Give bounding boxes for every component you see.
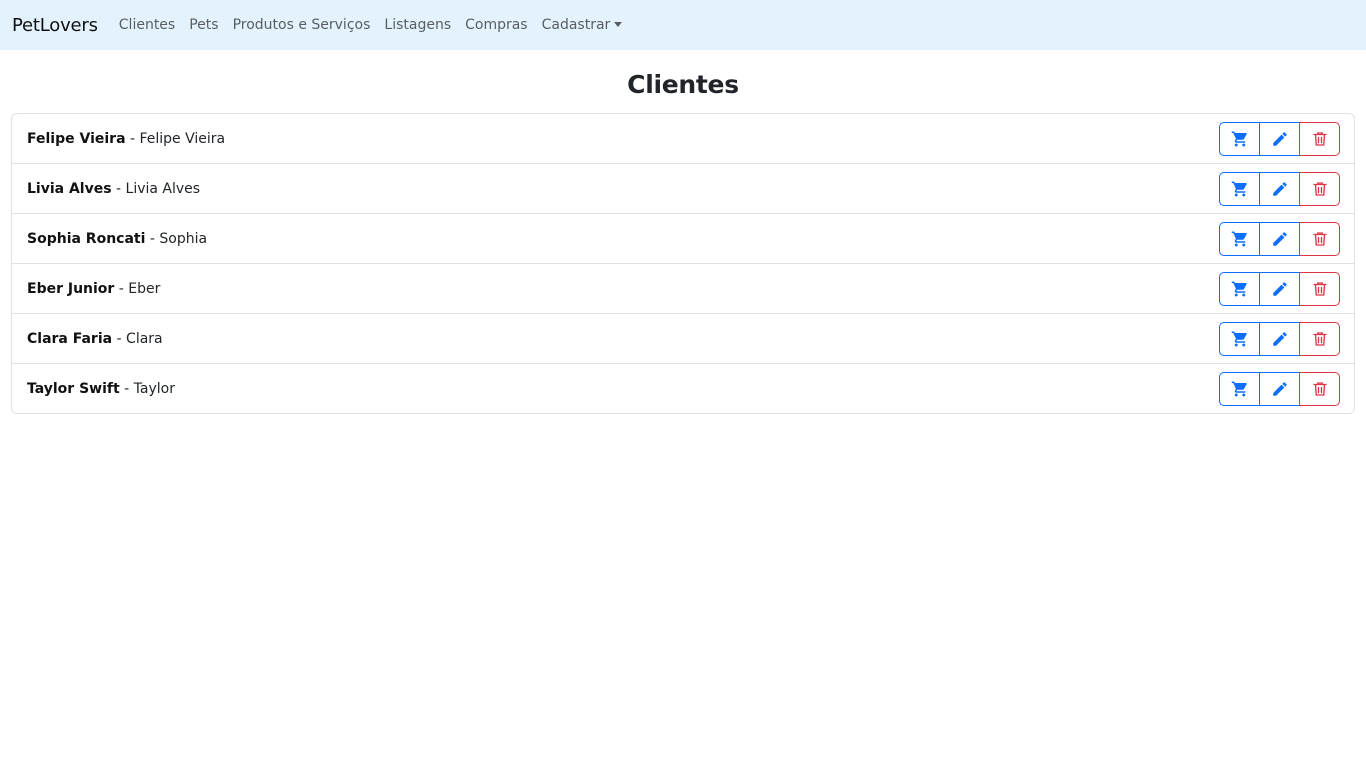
client-social-name: Taylor	[133, 380, 175, 397]
delete-button[interactable]	[1299, 371, 1340, 406]
navbar: PetLovers Clientes Pets Produtos e Servi…	[0, 0, 1366, 50]
buy-button[interactable]	[1219, 371, 1260, 406]
brand-logo[interactable]: PetLovers	[12, 15, 98, 36]
client-name: Felipe Vieira	[27, 130, 126, 147]
cart-icon	[1231, 181, 1247, 196]
nav-link-clientes[interactable]: Clientes	[119, 17, 175, 33]
cart-icon	[1231, 331, 1247, 346]
trash-icon	[1312, 131, 1327, 146]
client-text: Eber Junior - Eber	[27, 281, 160, 297]
action-buttons	[1219, 271, 1340, 306]
pencil-icon	[1272, 181, 1287, 196]
action-buttons	[1219, 221, 1340, 256]
client-separator: -	[114, 280, 129, 297]
client-text: Clara Faria - Clara	[27, 331, 163, 347]
client-text: Felipe Vieira - Felipe Vieira	[27, 131, 225, 147]
edit-button[interactable]	[1259, 271, 1300, 306]
edit-button[interactable]	[1259, 321, 1300, 356]
client-name: Clara Faria	[27, 330, 113, 347]
trash-icon	[1312, 281, 1327, 296]
client-name: Livia Alves	[27, 180, 112, 197]
trash-icon	[1312, 381, 1327, 396]
nav-link-compras[interactable]: Compras	[465, 17, 528, 33]
pencil-icon	[1272, 131, 1287, 146]
pencil-icon	[1272, 331, 1287, 346]
cart-icon	[1231, 381, 1247, 396]
client-social-name: Eber	[128, 280, 161, 297]
client-separator: -	[112, 330, 127, 347]
client-row: Sophia Roncati - Sophia	[12, 213, 1354, 263]
client-row: Taylor Swift - Taylor	[12, 363, 1354, 413]
delete-button[interactable]	[1299, 171, 1340, 206]
trash-icon	[1312, 231, 1327, 246]
client-text: Livia Alves - Livia Alves	[27, 181, 200, 197]
cart-icon	[1231, 131, 1247, 146]
buy-button[interactable]	[1219, 221, 1260, 256]
pencil-icon	[1272, 281, 1287, 296]
edit-button[interactable]	[1259, 121, 1300, 156]
buy-button[interactable]	[1219, 321, 1260, 356]
client-row: Livia Alves - Livia Alves	[12, 163, 1354, 213]
cart-icon	[1231, 231, 1247, 246]
client-name: Taylor Swift	[27, 380, 120, 397]
client-text: Taylor Swift - Taylor	[27, 381, 175, 397]
buy-button[interactable]	[1219, 121, 1260, 156]
client-separator: -	[145, 230, 160, 247]
client-social-name: Livia Alves	[125, 180, 201, 197]
cart-icon	[1231, 281, 1247, 296]
dropdown-label: Cadastrar	[541, 17, 611, 33]
nav-dropdown-cadastrar[interactable]: Cadastrar	[542, 17, 623, 33]
delete-button[interactable]	[1299, 121, 1340, 156]
action-buttons	[1219, 321, 1340, 356]
client-name: Eber Junior	[27, 280, 115, 297]
trash-icon	[1312, 331, 1327, 346]
edit-button[interactable]	[1259, 221, 1300, 256]
pencil-icon	[1272, 231, 1287, 246]
client-social-name: Felipe Vieira	[139, 130, 226, 147]
client-list: Felipe Vieira - Felipe Vieira Livia Alve…	[11, 113, 1355, 414]
pencil-icon	[1272, 381, 1287, 396]
nav-link-pets[interactable]: Pets	[189, 17, 218, 33]
nav-link-listagens[interactable]: Listagens	[384, 17, 451, 33]
action-buttons	[1219, 121, 1340, 156]
page-title: Clientes	[627, 70, 739, 99]
nav-link-produtos-servicos[interactable]: Produtos e Serviços	[233, 17, 371, 33]
buy-button[interactable]	[1219, 271, 1260, 306]
client-row: Clara Faria - Clara	[12, 313, 1354, 363]
buy-button[interactable]	[1219, 171, 1260, 206]
client-social-name: Sophia	[159, 230, 208, 247]
client-row: Felipe Vieira - Felipe Vieira	[12, 114, 1354, 163]
trash-icon	[1312, 181, 1327, 196]
client-separator: -	[119, 380, 134, 397]
delete-button[interactable]	[1299, 321, 1340, 356]
client-separator: -	[111, 180, 126, 197]
edit-button[interactable]	[1259, 171, 1300, 206]
client-row: Eber Junior - Eber	[12, 263, 1354, 313]
client-social-name: Clara	[126, 330, 163, 347]
delete-button[interactable]	[1299, 271, 1340, 306]
client-text: Sophia Roncati - Sophia	[27, 231, 207, 247]
action-buttons	[1219, 171, 1340, 206]
edit-button[interactable]	[1259, 371, 1300, 406]
delete-button[interactable]	[1299, 221, 1340, 256]
caret-down-icon	[614, 22, 623, 27]
action-buttons	[1219, 371, 1340, 406]
client-separator: -	[125, 130, 140, 147]
client-name: Sophia Roncati	[27, 230, 146, 247]
